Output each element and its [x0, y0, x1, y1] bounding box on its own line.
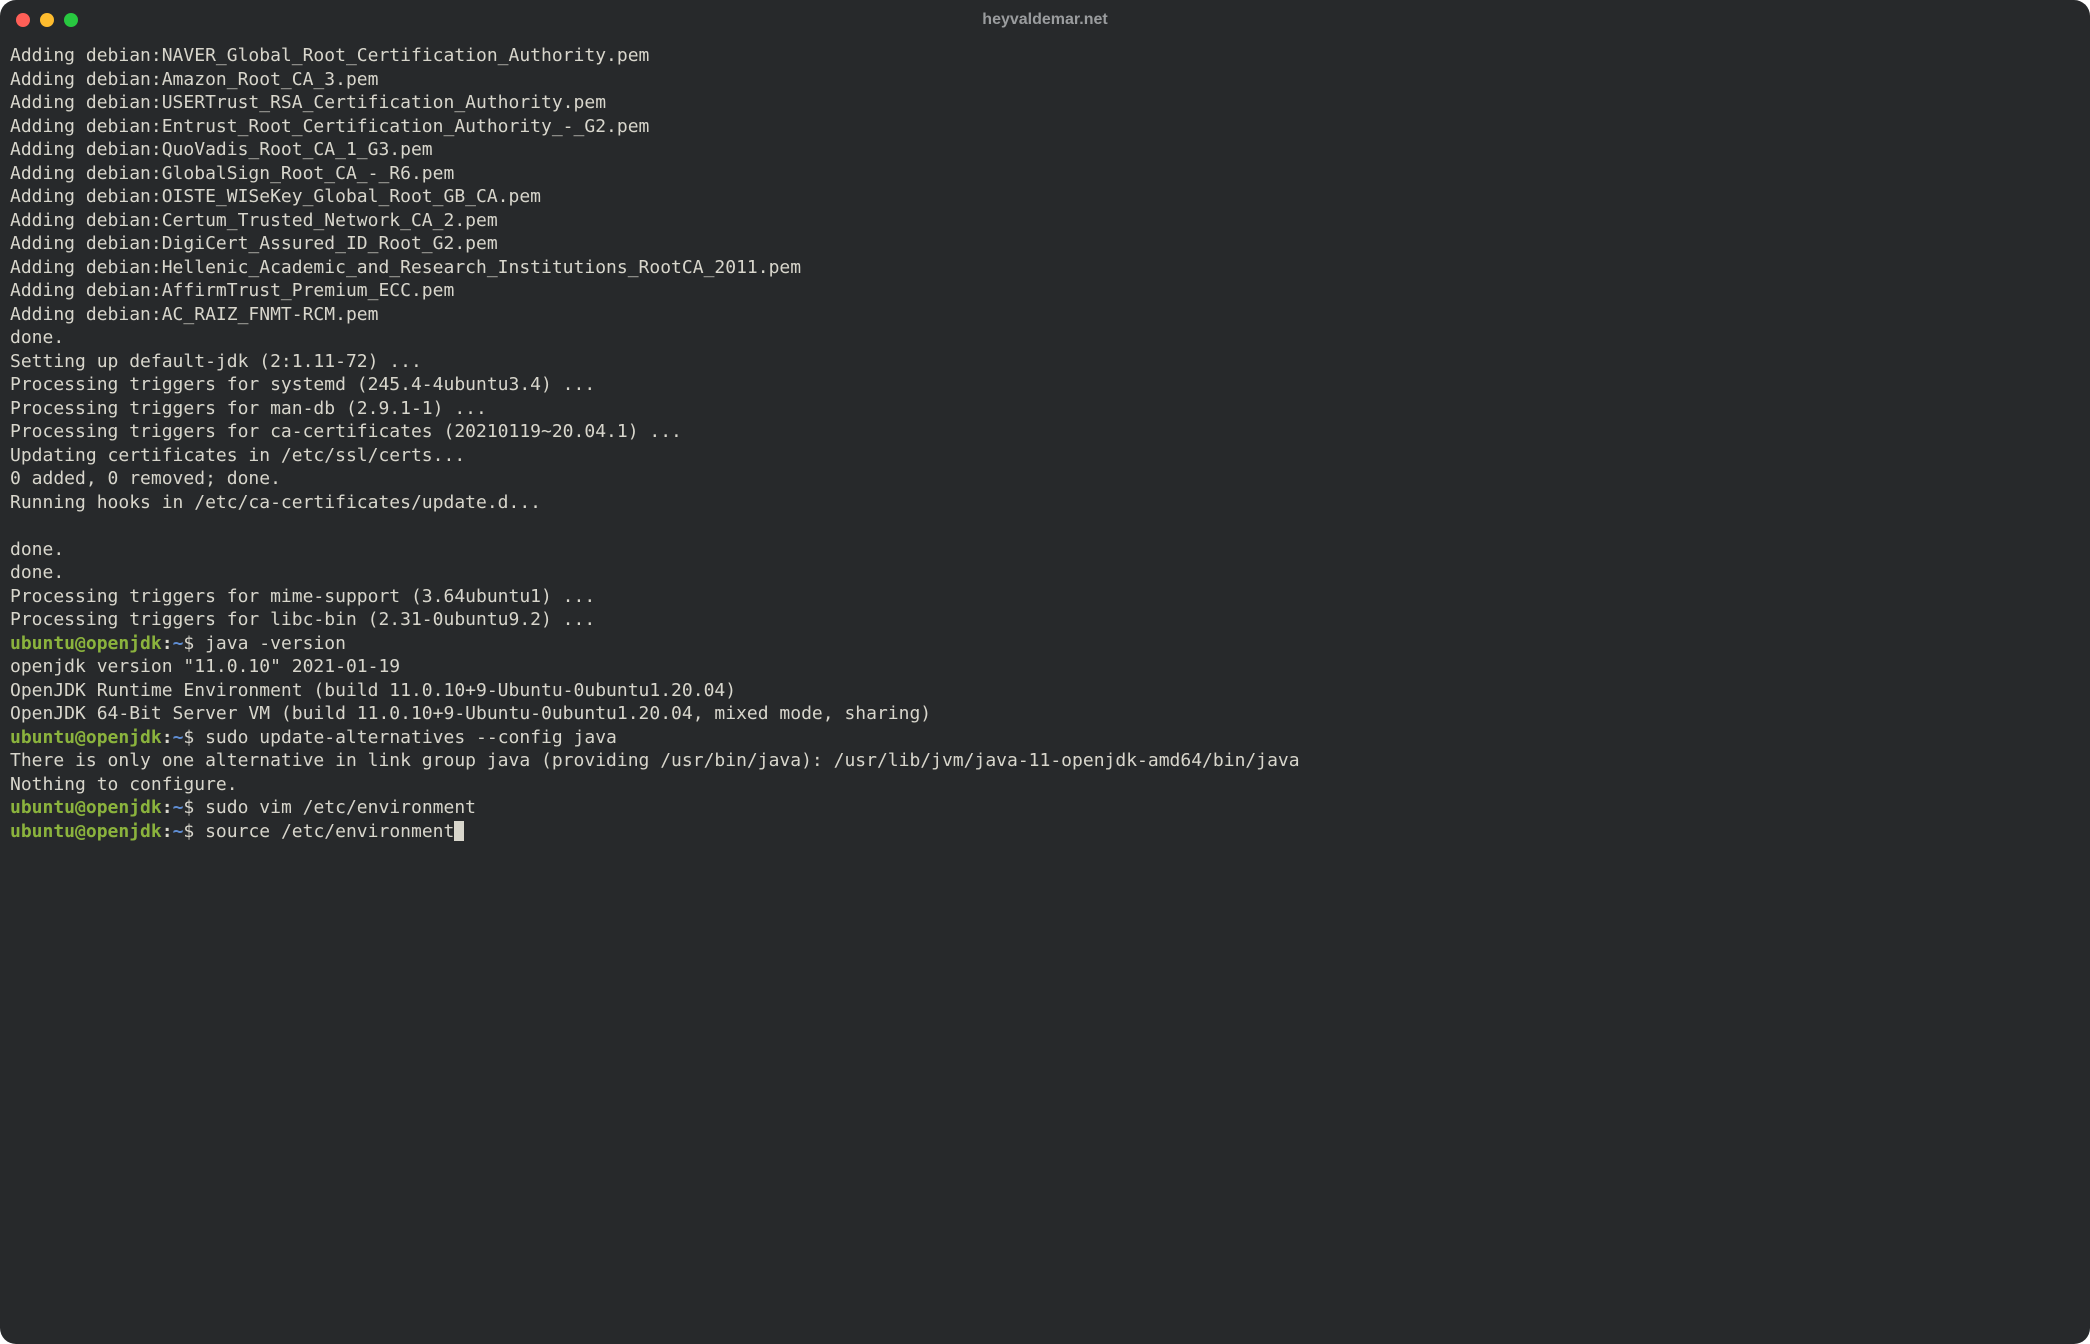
output-line: Processing triggers for mime-support (3.… — [10, 585, 2080, 609]
window-title: heyvaldemar.net — [0, 11, 2090, 29]
minimize-button[interactable] — [40, 13, 54, 27]
titlebar: heyvaldemar.net — [0, 0, 2090, 40]
prompt-path: ~ — [173, 633, 184, 654]
output-line: done. — [10, 326, 2080, 350]
prompt-path: ~ — [173, 797, 184, 818]
output-line: Adding debian:Certum_Trusted_Network_CA_… — [10, 209, 2080, 233]
prompt-user-host: ubuntu@openjdk — [10, 633, 162, 654]
prompt-line[interactable]: ubuntu@openjdk:~$ java -version — [10, 632, 2080, 656]
output-line: Adding debian:GlobalSign_Root_CA_-_R6.pe… — [10, 162, 2080, 186]
output-line: done. — [10, 561, 2080, 585]
prompt-line[interactable]: ubuntu@openjdk:~$ sudo vim /etc/environm… — [10, 796, 2080, 820]
prompt-line[interactable]: ubuntu@openjdk:~$ source /etc/environmen… — [10, 820, 2080, 844]
output-line: Setting up default-jdk (2:1.11-72) ... — [10, 350, 2080, 374]
output-line: Adding debian:Amazon_Root_CA_3.pem — [10, 68, 2080, 92]
output-line: done. — [10, 538, 2080, 562]
prompt-colon: : — [162, 727, 173, 748]
output-line: OpenJDK 64-Bit Server VM (build 11.0.10+… — [10, 702, 2080, 726]
output-line: Adding debian:QuoVadis_Root_CA_1_G3.pem — [10, 138, 2080, 162]
prompt-user-host: ubuntu@openjdk — [10, 797, 162, 818]
output-line: Processing triggers for man-db (2.9.1-1)… — [10, 397, 2080, 421]
output-line: OpenJDK Runtime Environment (build 11.0.… — [10, 679, 2080, 703]
prompt-symbol: $ — [183, 821, 205, 842]
command-text: java -version — [205, 633, 346, 654]
prompt-user-host: ubuntu@openjdk — [10, 821, 162, 842]
window-controls — [16, 13, 78, 27]
output-line: Adding debian:OISTE_WISeKey_Global_Root_… — [10, 185, 2080, 209]
maximize-button[interactable] — [64, 13, 78, 27]
terminal-window: heyvaldemar.net Adding debian:NAVER_Glob… — [0, 0, 2090, 1344]
output-line: 0 added, 0 removed; done. — [10, 467, 2080, 491]
prompt-symbol: $ — [183, 797, 205, 818]
terminal-output[interactable]: Adding debian:NAVER_Global_Root_Certific… — [0, 40, 2090, 1344]
output-line: Adding debian:Entrust_Root_Certification… — [10, 115, 2080, 139]
close-button[interactable] — [16, 13, 30, 27]
output-line: Adding debian:AffirmTrust_Premium_ECC.pe… — [10, 279, 2080, 303]
prompt-colon: : — [162, 821, 173, 842]
cursor — [454, 821, 464, 841]
output-line: Processing triggers for ca-certificates … — [10, 420, 2080, 444]
prompt-path: ~ — [173, 821, 184, 842]
output-line: Adding debian:Hellenic_Academic_and_Rese… — [10, 256, 2080, 280]
prompt-colon: : — [162, 633, 173, 654]
output-line: Adding debian:NAVER_Global_Root_Certific… — [10, 44, 2080, 68]
output-line: Running hooks in /etc/ca-certificates/up… — [10, 491, 2080, 515]
command-text: sudo update-alternatives --config java — [205, 727, 617, 748]
output-line: Processing triggers for systemd (245.4-4… — [10, 373, 2080, 397]
output-line: Adding debian:USERTrust_RSA_Certificatio… — [10, 91, 2080, 115]
output-line: There is only one alternative in link gr… — [10, 749, 2080, 773]
output-line: Updating certificates in /etc/ssl/certs.… — [10, 444, 2080, 468]
output-line: Adding debian:AC_RAIZ_FNMT-RCM.pem — [10, 303, 2080, 327]
prompt-symbol: $ — [183, 633, 205, 654]
prompt-user-host: ubuntu@openjdk — [10, 727, 162, 748]
output-line — [10, 514, 2080, 538]
output-line: Adding debian:DigiCert_Assured_ID_Root_G… — [10, 232, 2080, 256]
output-line: Processing triggers for libc-bin (2.31-0… — [10, 608, 2080, 632]
output-line: Nothing to configure. — [10, 773, 2080, 797]
prompt-symbol: $ — [183, 727, 205, 748]
output-line: openjdk version "11.0.10" 2021-01-19 — [10, 655, 2080, 679]
prompt-line[interactable]: ubuntu@openjdk:~$ sudo update-alternativ… — [10, 726, 2080, 750]
prompt-path: ~ — [173, 727, 184, 748]
prompt-colon: : — [162, 797, 173, 818]
command-text: sudo vim /etc/environment — [205, 797, 476, 818]
command-text: source /etc/environment — [205, 821, 454, 842]
